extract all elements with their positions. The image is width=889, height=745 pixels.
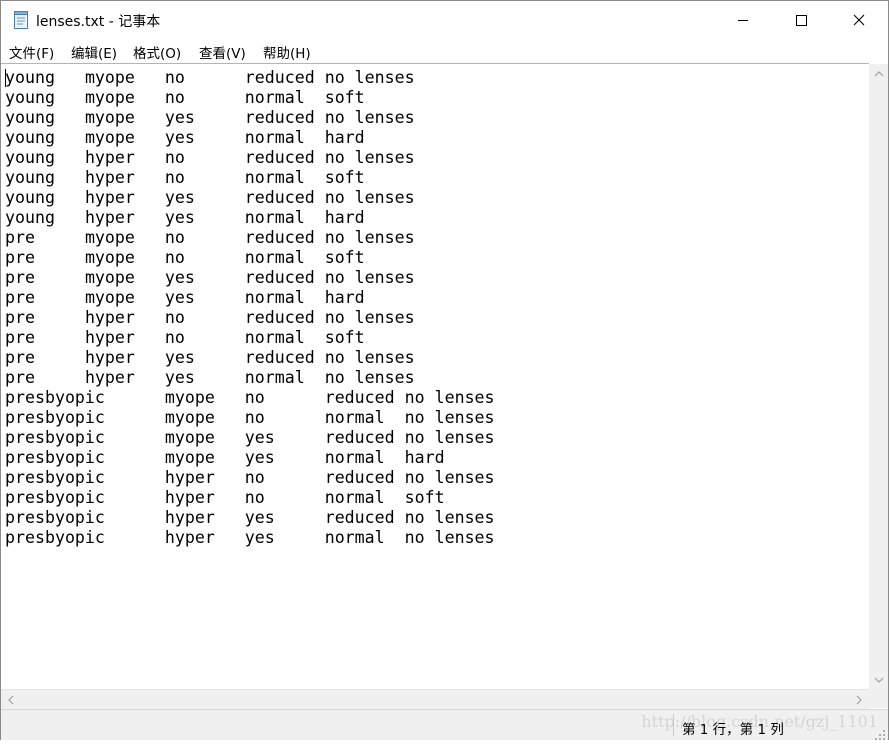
status-divider — [673, 714, 674, 736]
menu-bar: 文件(F) 编辑(E) 格式(O) 查看(V) 帮助(H) — [1, 39, 888, 63]
cursor-position: 第 1 行，第 1 列 — [682, 722, 784, 738]
title-bar[interactable]: lenses.txt - 记事本 — [1, 1, 888, 39]
text-caret — [5, 69, 6, 87]
notepad-icon — [13, 11, 29, 29]
text-editor[interactable]: young myope no reduced no lenses young m… — [1, 63, 869, 690]
menu-help[interactable]: 帮助(H) — [263, 42, 311, 62]
menu-file[interactable]: 文件(F) — [9, 42, 54, 62]
document-text[interactable]: young myope no reduced no lenses young m… — [5, 68, 495, 548]
resize-grip-icon[interactable] — [874, 726, 886, 740]
close-icon — [853, 14, 865, 26]
close-button[interactable] — [830, 1, 888, 39]
scroll-left-icon[interactable] — [1, 690, 21, 709]
horizontal-scrollbar[interactable] — [1, 689, 869, 709]
minimize-icon — [738, 20, 748, 21]
window-title: lenses.txt - 记事本 — [36, 14, 161, 30]
minimize-button[interactable] — [714, 1, 772, 39]
scroll-down-icon[interactable] — [869, 670, 888, 690]
vertical-scrollbar[interactable] — [869, 64, 888, 690]
scrollbar-corner — [869, 690, 888, 708]
maximize-button[interactable] — [772, 1, 830, 39]
menu-edit[interactable]: 编辑(E) — [71, 42, 117, 62]
menu-view[interactable]: 查看(V) — [199, 42, 246, 62]
maximize-icon — [796, 15, 807, 26]
scroll-right-icon[interactable] — [849, 690, 869, 709]
menu-format[interactable]: 格式(O) — [133, 42, 181, 62]
scroll-up-icon[interactable] — [869, 64, 888, 84]
status-bar: http://blog.csdn.net/gzj_1101 第 1 行，第 1 … — [1, 709, 888, 740]
notepad-window: lenses.txt - 记事本 文件(F) 编辑(E) 格式(O) 查看(V)… — [0, 0, 889, 740]
